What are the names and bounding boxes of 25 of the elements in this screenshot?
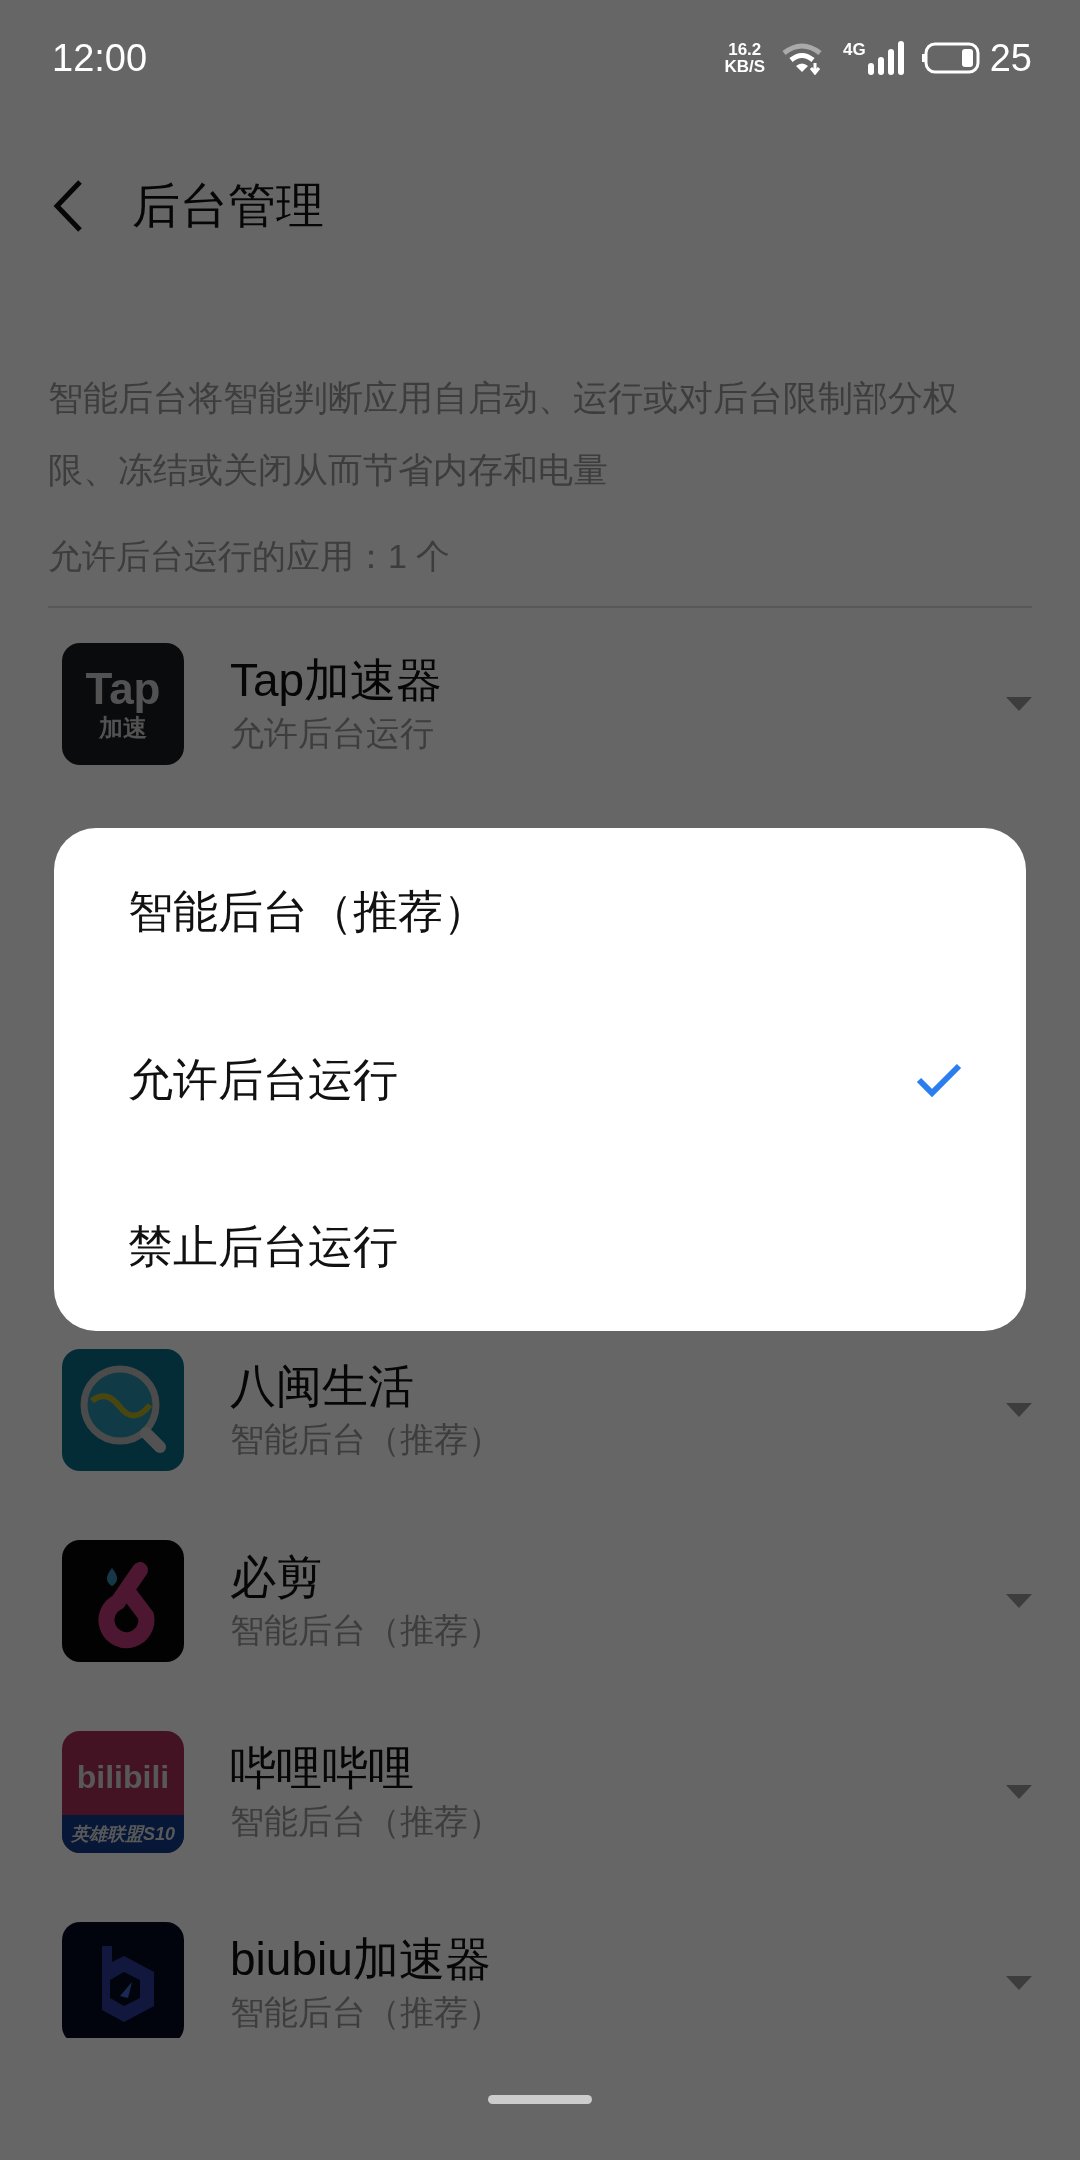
icon-text: 英雄联盟S10 (62, 1814, 184, 1853)
app-name: 八闽生活 (230, 1358, 415, 1414)
app-icon (62, 1539, 184, 1662)
network-type: 4G (843, 41, 866, 58)
icon-text: Tap (85, 664, 161, 713)
home-indicator[interactable] (488, 2094, 592, 2104)
page-title: 后台管理 (132, 178, 324, 234)
back-button[interactable] (52, 179, 84, 233)
icon-text: bilibili (75, 1757, 171, 1797)
option-item[interactable]: 禁止后台运行 (128, 1163, 962, 1331)
app-name: Tap加速器 (230, 652, 444, 708)
icon-text: 加速 (99, 713, 147, 743)
app-name: 必剪 (230, 1549, 323, 1605)
status-time: 12:00 (52, 35, 148, 81)
signal-icon (865, 41, 906, 75)
app-icon (62, 1348, 184, 1471)
option-item[interactable]: 智能后台（推荐） (128, 828, 962, 996)
network-speed-unit: KB/S (724, 58, 766, 75)
battery-icon (921, 42, 982, 74)
app-icon (62, 1921, 184, 2038)
battery-level: 25 (989, 35, 1032, 81)
app-name: 哔哩哔哩 (230, 1740, 415, 1796)
app-name: biubiu加速器 (230, 1931, 492, 1987)
network-speed: 16.2 (727, 41, 763, 58)
option-item[interactable]: 允许后台运行 (128, 995, 962, 1164)
